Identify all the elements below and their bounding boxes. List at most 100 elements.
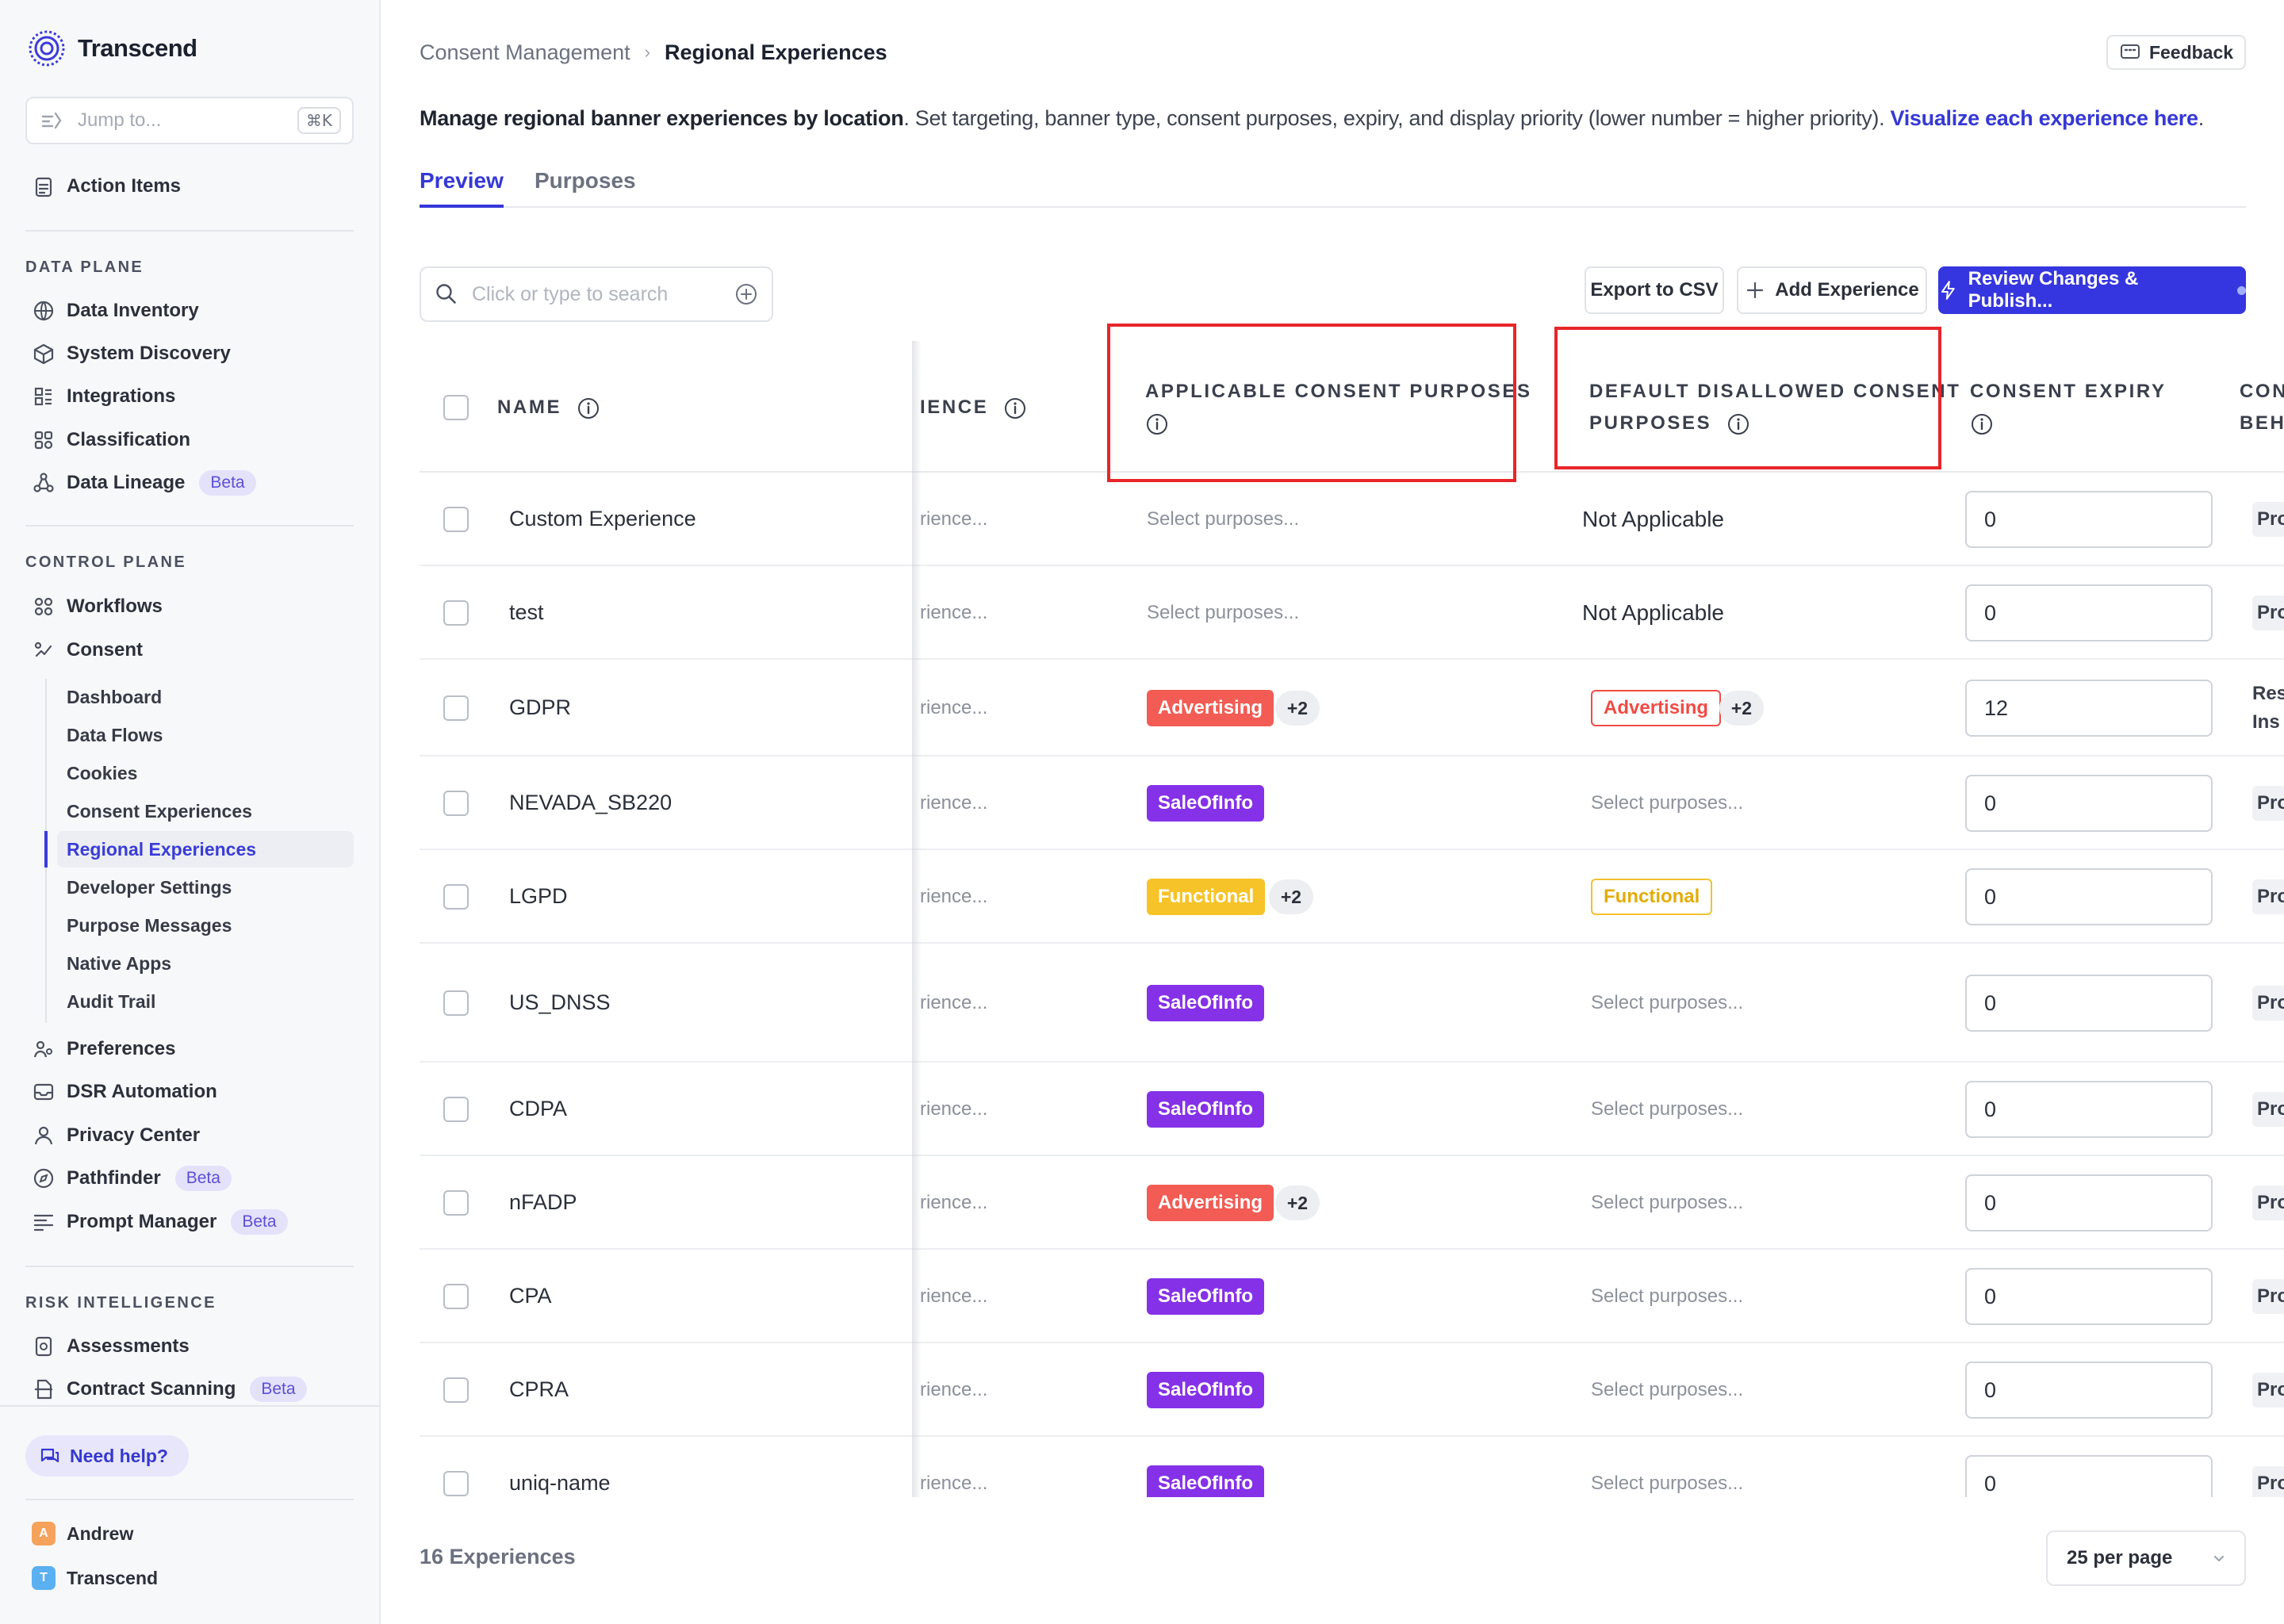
add-experience-button[interactable]: Add Experience	[1737, 266, 1927, 314]
disallowed-purposes-select[interactable]: Select purposes...	[1591, 1379, 1743, 1401]
consent-behavior-select[interactable]: Pro	[2252, 986, 2284, 1021]
consent-expiry-input[interactable]: 0	[1965, 1268, 2213, 1325]
export-csv-button[interactable]: Export to CSV	[1585, 266, 1724, 314]
sidebar-sub-developer-settings[interactable]: Developer Settings	[67, 869, 232, 906]
info-icon[interactable]	[1970, 412, 1994, 436]
sidebar-sub-dashboard[interactable]: Dashboard	[67, 679, 162, 715]
consent-behavior-select[interactable]: Pro	[2252, 1373, 2284, 1408]
row-checkbox[interactable]	[443, 1471, 469, 1496]
consent-expiry-input[interactable]: 12	[1965, 680, 2213, 737]
disallowed-tag[interactable]: Functional	[1591, 879, 1713, 915]
row-checkbox[interactable]	[443, 1284, 469, 1309]
consent-behavior-cell[interactable]: Res Ins	[2252, 680, 2284, 737]
sidebar-sub-native-apps[interactable]: Native Apps	[67, 945, 171, 982]
column-header-experience[interactable]: IENCE	[920, 392, 1027, 423]
consent-expiry-input[interactable]: 0	[1965, 491, 2213, 548]
disallowed-purposes-select[interactable]: Select purposes...	[1591, 1473, 1743, 1495]
tab-preview[interactable]: Preview	[420, 168, 504, 208]
add-filter-icon[interactable]	[734, 282, 759, 307]
consent-expiry-input[interactable]: 0	[1965, 1081, 2213, 1138]
tab-purposes[interactable]: Purposes	[535, 168, 636, 208]
breadcrumb-consent-management[interactable]: Consent Management	[420, 40, 630, 65]
sidebar-sub-cookies[interactable]: Cookies	[67, 755, 137, 791]
sidebar-item-prompt-manager[interactable]: Prompt Manager Beta	[32, 1202, 288, 1242]
sidebar-item-contract-scanning[interactable]: Contract Scanning Beta	[32, 1369, 307, 1409]
consent-behavior-select[interactable]: Pro	[2252, 1466, 2284, 1501]
column-header-consent-expiry[interactable]: CONSENT EXPIRY	[1970, 376, 2167, 439]
row-experience[interactable]: rience...	[920, 1379, 987, 1401]
row-checkbox[interactable]	[443, 507, 469, 532]
consent-behavior-select[interactable]: Pro	[2252, 786, 2284, 821]
sidebar-item-privacy-center[interactable]: Privacy Center	[32, 1116, 200, 1155]
more-purposes-pill[interactable]: +2	[1269, 879, 1313, 914]
org-transcend[interactable]: T Transcend	[32, 1562, 158, 1594]
column-header-name[interactable]: NAME	[497, 392, 600, 423]
sidebar-item-preferences[interactable]: Preferences	[32, 1029, 175, 1069]
row-checkbox[interactable]	[443, 695, 469, 721]
row-checkbox[interactable]	[443, 600, 469, 626]
consent-expiry-input[interactable]: 0	[1965, 775, 2213, 832]
consent-expiry-input[interactable]: 0	[1965, 1362, 2213, 1419]
info-icon[interactable]	[577, 396, 600, 420]
consent-behavior-select[interactable]: Pro	[2252, 1092, 2284, 1127]
user-andrew[interactable]: A Andrew	[32, 1518, 133, 1549]
sidebar-item-workflows[interactable]: Workflows	[32, 587, 163, 626]
per-page-select[interactable]: 25 per page	[2046, 1530, 2246, 1586]
sidebar-item-data-inventory[interactable]: Data Inventory	[32, 291, 199, 331]
sidebar-sub-regional-experiences[interactable]: Regional Experiences	[57, 831, 354, 868]
more-purposes-pill[interactable]: +2	[1275, 1185, 1320, 1220]
row-checkbox[interactable]	[443, 791, 469, 816]
search-input[interactable]: Click or type to search	[420, 266, 773, 322]
sidebar-item-assessments[interactable]: Assessments	[32, 1327, 190, 1366]
purpose-tag[interactable]: SaleOfInfo	[1147, 1278, 1265, 1315]
sidebar-item-classification[interactable]: Classification	[32, 420, 190, 460]
row-experience[interactable]: rience...	[920, 886, 987, 908]
consent-expiry-input[interactable]: 0	[1965, 584, 2213, 642]
row-checkbox[interactable]	[443, 884, 469, 910]
row-checkbox[interactable]	[443, 1377, 469, 1403]
disallowed-purposes-select[interactable]: Select purposes...	[1591, 792, 1743, 814]
purpose-tag[interactable]: SaleOfInfo	[1147, 985, 1265, 1021]
row-experience[interactable]: rience...	[920, 508, 987, 530]
purpose-tag[interactable]: SaleOfInfo	[1147, 1372, 1265, 1408]
applicable-purposes-select[interactable]: Select purposes...	[1147, 602, 1299, 624]
consent-expiry-input[interactable]: 0	[1965, 975, 2213, 1032]
sidebar-item-action-items[interactable]: Action Items	[32, 167, 181, 206]
visualize-link[interactable]: Visualize each experience here	[1891, 106, 2199, 130]
purpose-tag[interactable]: SaleOfInfo	[1147, 785, 1265, 822]
disallowed-tag[interactable]: Advertising	[1591, 690, 1722, 726]
row-experience[interactable]: rience...	[920, 1098, 987, 1120]
need-help-button[interactable]: Need help?	[25, 1435, 189, 1477]
row-experience[interactable]: rience...	[920, 992, 987, 1014]
sidebar-sub-consent-experiences[interactable]: Consent Experiences	[67, 793, 252, 829]
more-purposes-pill[interactable]: +2	[1275, 691, 1320, 726]
applicable-purposes-select[interactable]: Select purposes...	[1147, 508, 1299, 530]
sidebar-item-data-lineage[interactable]: Data Lineage Beta	[32, 463, 256, 503]
consent-expiry-input[interactable]: 0	[1965, 1174, 2213, 1231]
jump-to-search[interactable]: Jump to... ⌘K	[25, 97, 354, 144]
sidebar-item-pathfinder[interactable]: Pathfinder Beta	[32, 1159, 232, 1198]
row-experience[interactable]: rience...	[920, 602, 987, 624]
sidebar-item-system-discovery[interactable]: System Discovery	[32, 334, 231, 373]
more-disallowed-pill[interactable]: +2	[1719, 691, 1764, 726]
row-checkbox[interactable]	[443, 990, 469, 1016]
row-experience[interactable]: rience...	[920, 1285, 987, 1308]
sidebar-item-dsr-automation[interactable]: DSR Automation	[32, 1072, 217, 1112]
consent-behavior-select[interactable]: Pro	[2252, 596, 2284, 630]
purpose-tag[interactable]: Advertising	[1147, 690, 1274, 726]
consent-behavior-select[interactable]: Pro	[2252, 502, 2284, 537]
row-experience[interactable]: rience...	[920, 792, 987, 814]
purpose-tag[interactable]: Functional	[1147, 879, 1266, 915]
sidebar-sub-purpose-messages[interactable]: Purpose Messages	[67, 907, 232, 944]
purpose-tag[interactable]: Advertising	[1147, 1185, 1274, 1221]
row-experience[interactable]: rience...	[920, 1473, 987, 1495]
sidebar-sub-data-flows[interactable]: Data Flows	[67, 717, 163, 753]
sidebar-item-consent[interactable]: Consent	[32, 630, 143, 670]
select-all-checkbox[interactable]	[443, 395, 469, 420]
disallowed-purposes-select[interactable]: Select purposes...	[1591, 992, 1743, 1014]
consent-behavior-select[interactable]: Pro	[2252, 1279, 2284, 1314]
info-icon[interactable]	[1003, 396, 1027, 420]
consent-behavior-select[interactable]: Pro	[2252, 879, 2284, 914]
purpose-tag[interactable]: SaleOfInfo	[1147, 1091, 1265, 1128]
review-publish-button[interactable]: Review Changes & Publish...	[1938, 266, 2246, 314]
